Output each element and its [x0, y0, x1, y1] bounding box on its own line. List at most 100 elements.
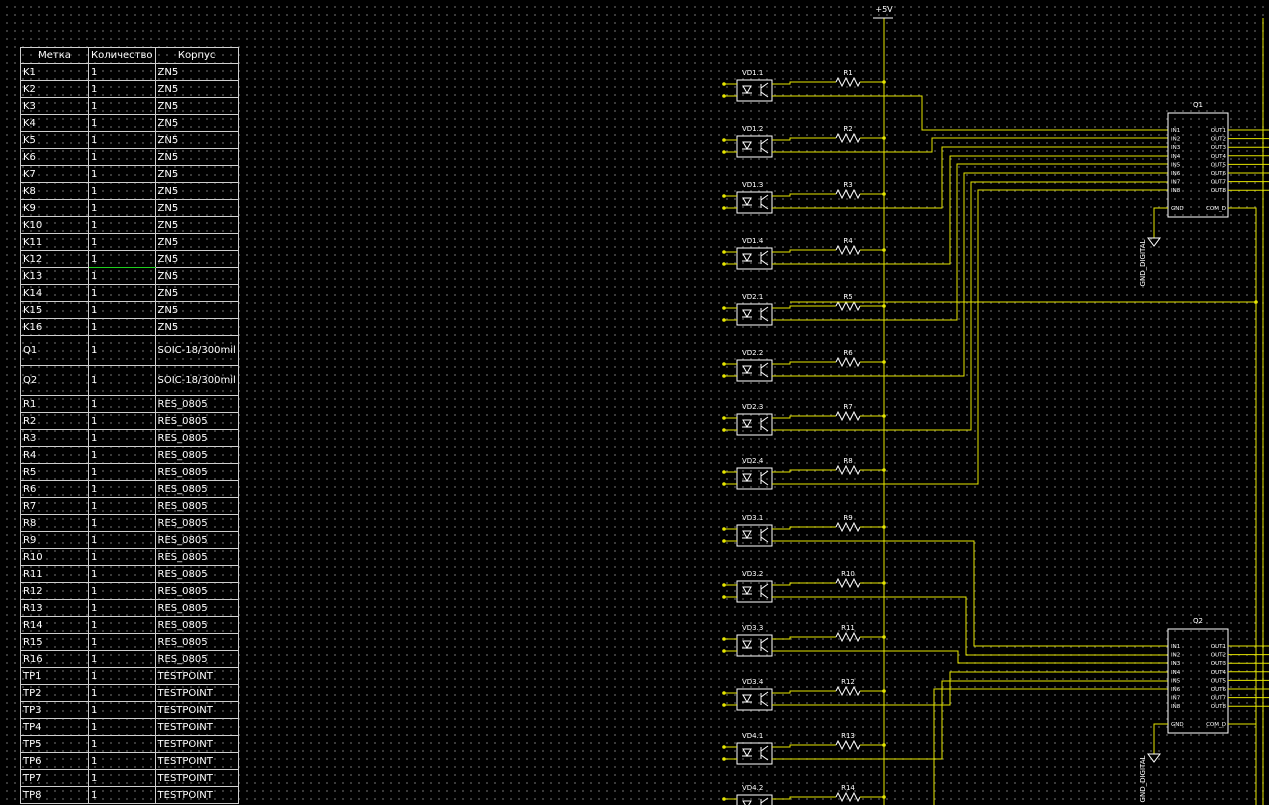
power-label: +5V — [875, 5, 893, 14]
junction-dot — [882, 635, 886, 639]
resistor-label: R2 — [843, 125, 852, 133]
resistor-symbol — [835, 300, 861, 312]
input-pad — [722, 318, 726, 322]
optocoupler-label: VD4.2 — [742, 784, 763, 792]
input-pad — [722, 527, 726, 531]
ic-pin-in: IN2 — [1171, 653, 1180, 659]
input-pad — [722, 82, 726, 86]
resistor-wire — [772, 361, 836, 365]
resistor-wire — [772, 415, 836, 419]
resistor-wire — [772, 796, 836, 800]
input-pad — [722, 374, 726, 378]
ic-pin-in: IN6 — [1171, 171, 1181, 177]
resistor-wire — [772, 744, 836, 748]
transistor-collector — [760, 138, 769, 145]
resistor-wire — [772, 690, 836, 694]
ic-pin-in: IN1 — [1171, 128, 1180, 134]
junction-dot — [1254, 300, 1258, 304]
optocoupler-body — [736, 634, 773, 657]
ic-pin-out: OUT5 — [1211, 678, 1227, 684]
ground-icon — [1147, 753, 1161, 763]
signal-wire — [772, 540, 1168, 647]
resistor-symbol — [835, 132, 861, 144]
optocoupler-body — [736, 467, 773, 490]
transistor-emitter — [760, 592, 769, 599]
transistor-emitter — [760, 700, 769, 707]
ic-pin-out: OUT6 — [1211, 687, 1227, 693]
ic-pin-out: OUT1 — [1211, 644, 1226, 650]
junction-dot — [882, 795, 886, 799]
optocoupler-body — [736, 135, 773, 158]
junction-dot — [882, 525, 886, 529]
resistor-symbol — [835, 244, 861, 256]
transistor-emitter — [760, 425, 769, 432]
optocoupler-body — [736, 688, 773, 711]
resistor-wire — [772, 249, 836, 253]
transistor-emitter — [760, 536, 769, 543]
led-symbol — [742, 419, 752, 429]
led-symbol — [742, 309, 752, 319]
ic-pin-out: OUT3 — [1211, 661, 1227, 667]
ic-pin-out: OUT8 — [1211, 704, 1227, 710]
transistor-emitter — [760, 754, 769, 761]
ic-pin-in: IN4 — [1171, 154, 1181, 160]
junction-dot — [882, 360, 886, 364]
resistor-label: R4 — [843, 237, 853, 245]
ic-pin-in: IN8 — [1171, 704, 1181, 710]
optocoupler-label: VD3.4 — [742, 678, 764, 686]
ic-pin-out: OUT3 — [1211, 145, 1227, 151]
optocoupler-label: VD1.4 — [742, 237, 764, 245]
input-pad — [722, 362, 726, 366]
input-pad — [722, 745, 726, 749]
transistor-emitter — [760, 147, 769, 154]
optocoupler-label: VD3.2 — [742, 570, 763, 578]
led-symbol — [742, 800, 752, 805]
input-pad — [722, 649, 726, 653]
ic-pin-out: OUT7 — [1211, 696, 1227, 702]
resistor-symbol — [835, 685, 861, 697]
transistor-collector — [760, 691, 769, 698]
resistor-symbol — [835, 410, 861, 422]
junction-dot — [882, 581, 886, 585]
resistor-label: R6 — [843, 349, 853, 357]
input-pad — [722, 250, 726, 254]
led-symbol — [742, 473, 752, 483]
ic-pin-gnd: GND — [1171, 722, 1184, 728]
input-pad — [722, 428, 726, 432]
ground-icon — [1147, 237, 1161, 247]
gnd-net-label: GND_DIGITAL — [1139, 755, 1147, 802]
optocoupler-body — [736, 794, 773, 805]
transistor-emitter — [760, 91, 769, 98]
input-pad — [722, 262, 726, 266]
input-pad — [722, 138, 726, 142]
transistor-collector — [760, 416, 769, 423]
resistor-label: R13 — [841, 732, 855, 740]
signal-wire — [772, 95, 1168, 131]
junction-dot — [882, 192, 886, 196]
optocoupler-body — [736, 247, 773, 270]
resistor-symbol — [835, 464, 861, 476]
resistor-wire — [772, 636, 836, 640]
com-wire — [1228, 723, 1257, 805]
schematic-canvas[interactable]: +5V VD1.1 R1 VD1.2 R2 VD1.3 R3 VD1.4 R4 VD2.1 R5 VD… — [0, 0, 1269, 805]
ic-pin-out: OUT7 — [1211, 180, 1227, 186]
ic-pin-out: OUT8 — [1211, 188, 1227, 194]
transistor-collector — [760, 250, 769, 257]
led-symbol — [742, 141, 752, 151]
gnd-net-label: GND_DIGITAL — [1139, 239, 1147, 286]
signal-wire — [772, 155, 1168, 265]
transistor-emitter — [760, 315, 769, 322]
junction-dot — [882, 304, 886, 308]
resistor-label: R1 — [843, 69, 852, 77]
ic-pin-in: IN4 — [1171, 670, 1181, 676]
junction-dot — [882, 743, 886, 747]
resistor-wire — [772, 81, 836, 85]
resistor-wire — [772, 469, 836, 473]
junction-dot — [882, 136, 886, 140]
ic-pin-out: OUT6 — [1211, 171, 1227, 177]
resistor-label: R8 — [843, 457, 852, 465]
input-pad — [722, 416, 726, 420]
ic-pin-com: COM_D — [1206, 206, 1226, 212]
signal-wire — [772, 189, 1168, 485]
led-symbol — [742, 197, 752, 207]
